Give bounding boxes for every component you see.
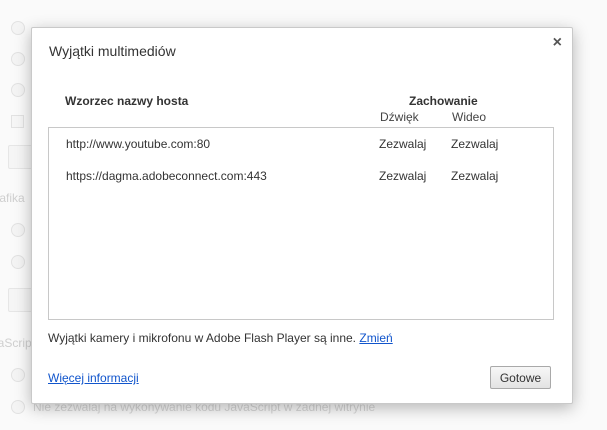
media-exceptions-dialog: Wyjątki multimediów × Wzorzec nazwy host… [31,27,573,404]
list-item[interactable]: http://www.youtube.com:80 Zezwalaj Zezwa… [49,133,553,157]
flash-note: Wyjątki kamery i mikrofonu w Adobe Flash… [48,331,393,345]
background-radio [11,255,25,269]
background-radio [11,368,25,382]
background-section-title: Grafika [0,191,25,205]
video-setting-select[interactable]: Zezwalaj [451,169,498,183]
dialog-title: Wyjątki multimediów [49,43,176,59]
background-radio [11,52,25,66]
done-button[interactable]: Gotowe [490,366,551,389]
host-pattern: https://dagma.adobeconnect.com:443 [66,169,267,183]
list-item[interactable]: https://dagma.adobeconnect.com:443 Zezwa… [49,165,553,189]
flash-note-text: Wyjątki kamery i mikrofonu w Adobe Flash… [48,331,357,345]
exceptions-list[interactable]: http://www.youtube.com:80 Zezwalaj Zezwa… [48,127,554,320]
background-radio [11,223,25,237]
column-header-sound: Dźwięk [380,110,419,124]
background-radio [11,400,25,414]
column-header-video: Wideo [452,110,487,124]
background-section-title: JavaScript [0,336,36,350]
more-info-link[interactable]: Więcej informacji [48,371,139,385]
column-header-host: Wzorzec nazwy hosta [65,94,189,108]
video-setting-select[interactable]: Zezwalaj [451,137,498,151]
close-icon[interactable]: × [553,34,562,52]
sound-setting-select[interactable]: Zezwalaj [379,169,426,183]
background-radio [11,83,25,97]
sound-setting-select[interactable]: Zezwalaj [379,137,426,151]
background-checkbox [11,115,24,128]
host-pattern: http://www.youtube.com:80 [66,137,211,151]
change-link[interactable]: Zmień [359,331,392,345]
column-header-behavior: Zachowanie [409,94,478,108]
background-radio [11,21,25,35]
